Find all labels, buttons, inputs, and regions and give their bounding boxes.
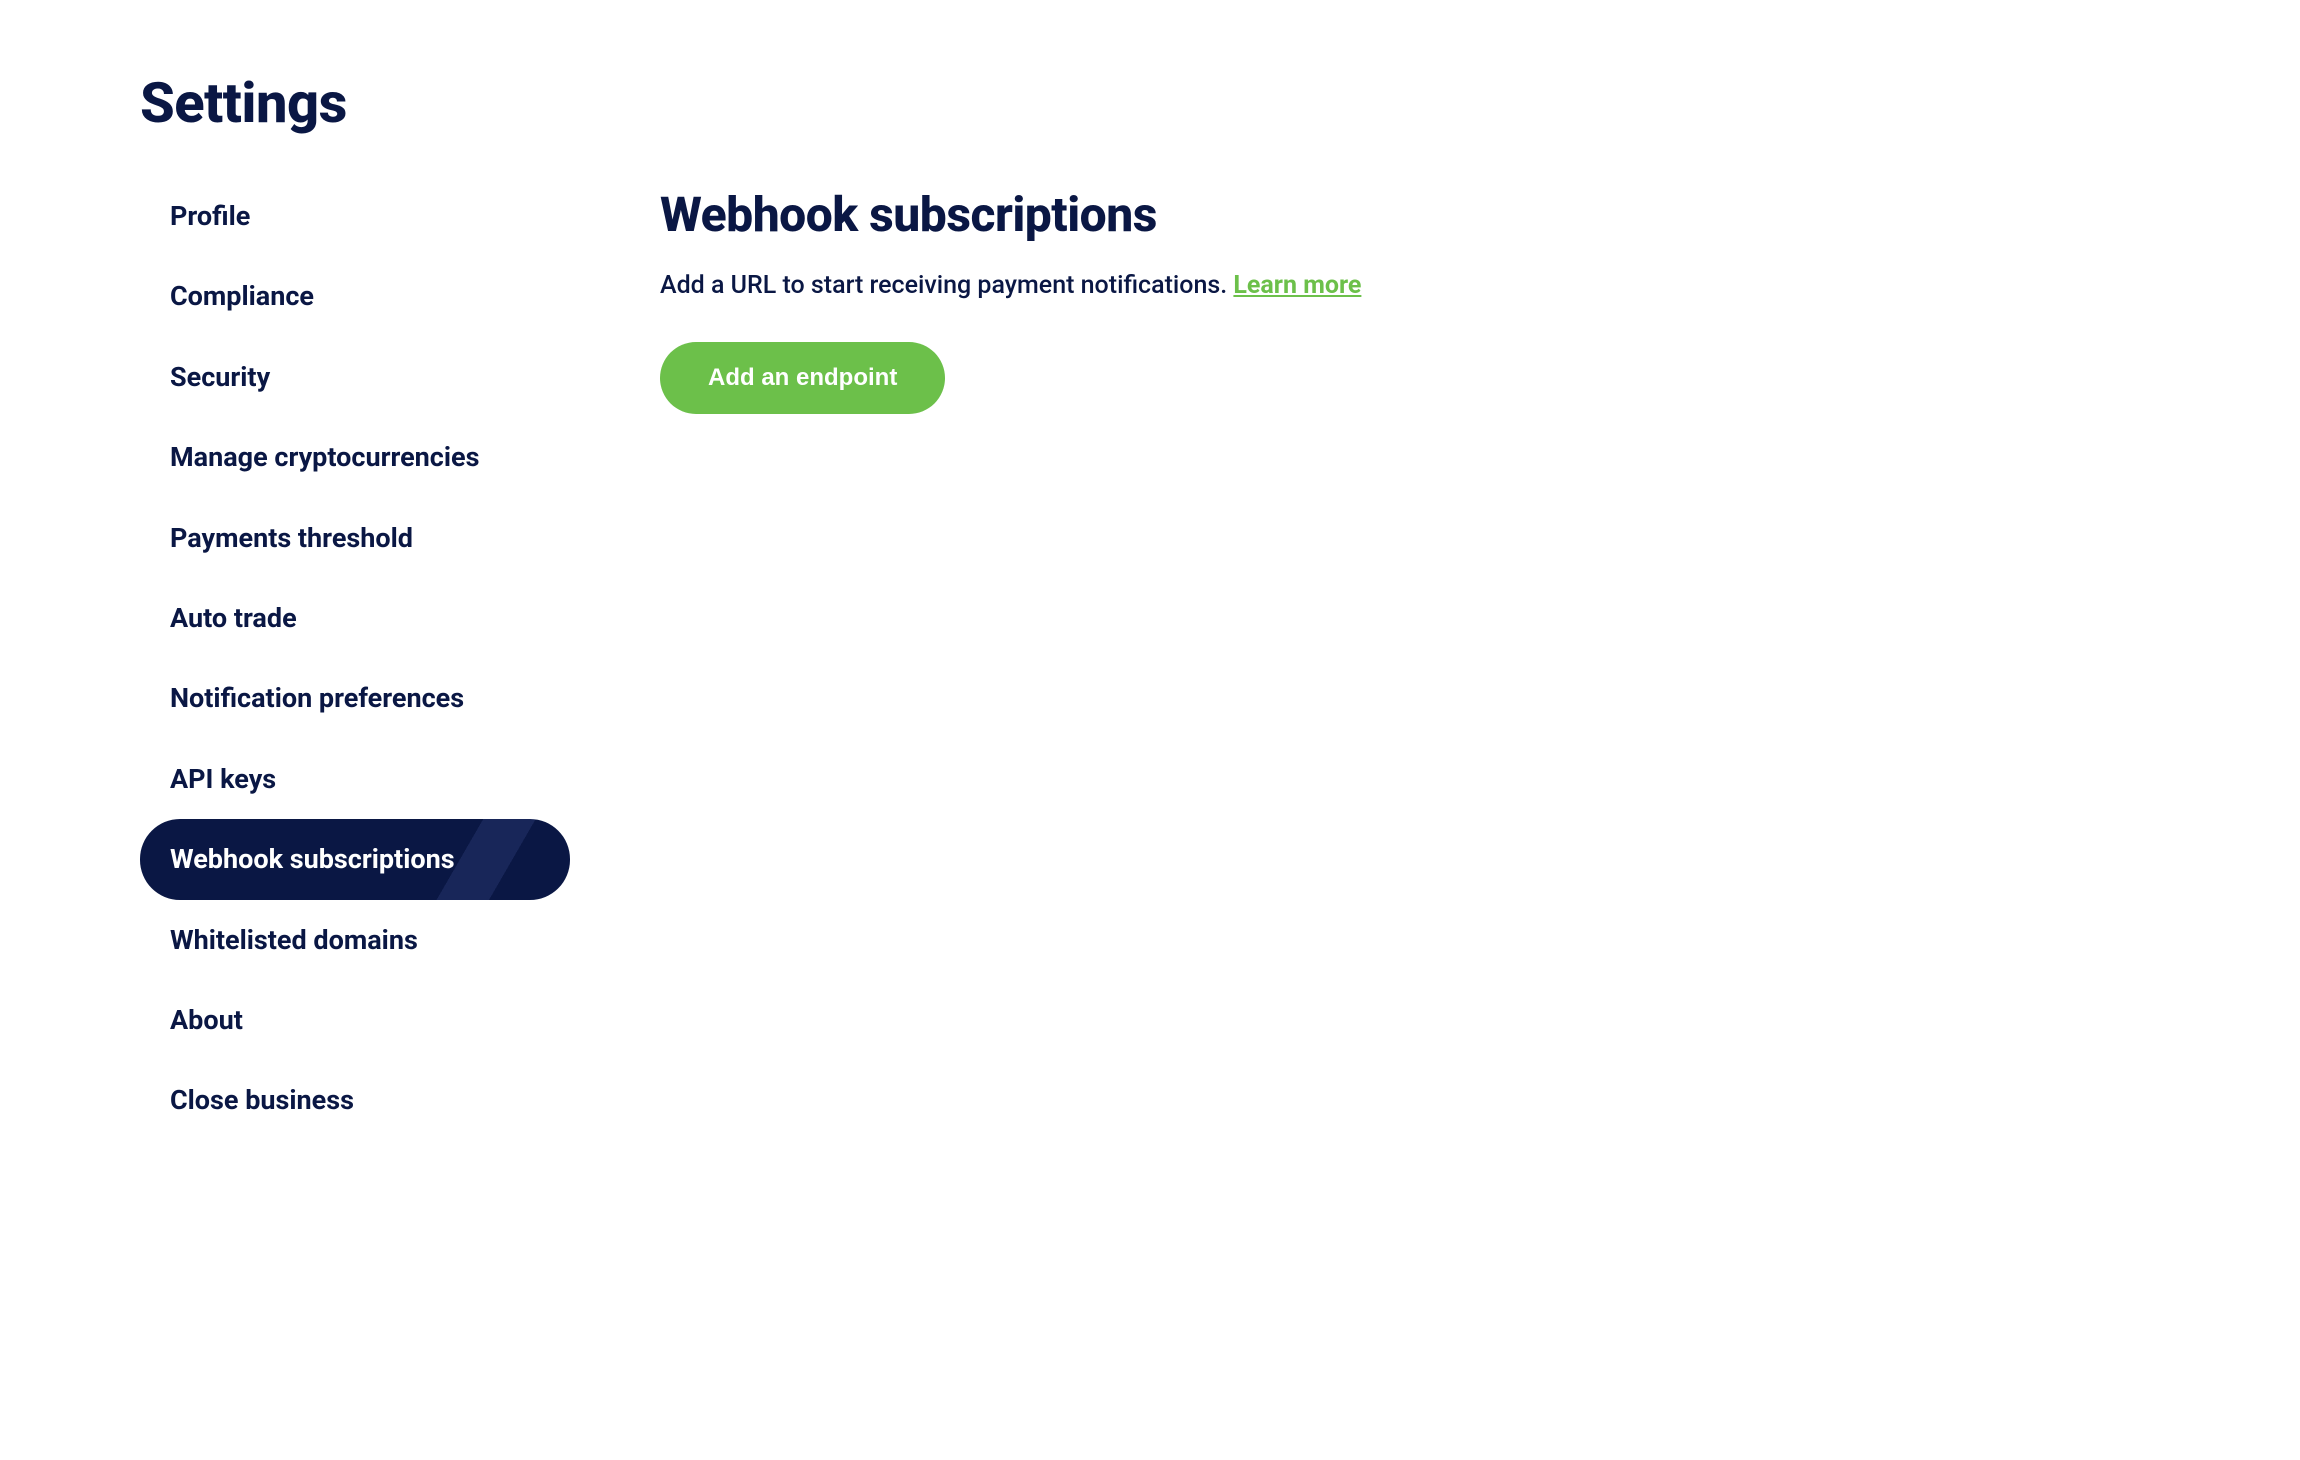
section-description: Add a URL to start receiving payment not…	[660, 271, 2160, 300]
settings-layout: Profile Compliance Security Manage crypt…	[140, 176, 2160, 1141]
sidebar-item-profile[interactable]: Profile	[140, 176, 570, 256]
description-text: Add a URL to start receiving payment not…	[660, 271, 1233, 300]
sidebar-item-api-keys[interactable]: API keys	[140, 739, 570, 819]
sidebar-item-about[interactable]: About	[140, 980, 570, 1060]
settings-sidebar: Profile Compliance Security Manage crypt…	[140, 176, 570, 1141]
settings-main: Webhook subscriptions Add a URL to start…	[660, 176, 2160, 1141]
sidebar-item-manage-cryptocurrencies[interactable]: Manage cryptocurrencies	[140, 417, 570, 497]
sidebar-item-close-business[interactable]: Close business	[140, 1060, 570, 1140]
sidebar-item-auto-trade[interactable]: Auto trade	[140, 578, 570, 658]
sidebar-item-notification-preferences[interactable]: Notification preferences	[140, 658, 570, 738]
sidebar-item-compliance[interactable]: Compliance	[140, 256, 570, 336]
sidebar-item-security[interactable]: Security	[140, 337, 570, 417]
sidebar-item-whitelisted-domains[interactable]: Whitelisted domains	[140, 900, 570, 980]
page-title: Settings	[140, 70, 2160, 136]
section-title: Webhook subscriptions	[660, 186, 2160, 243]
add-endpoint-button[interactable]: Add an endpoint	[660, 342, 945, 414]
sidebar-item-payments-threshold[interactable]: Payments threshold	[140, 498, 570, 578]
learn-more-link[interactable]: Learn more	[1233, 271, 1361, 300]
sidebar-item-webhook-subscriptions[interactable]: Webhook subscriptions	[140, 819, 570, 899]
